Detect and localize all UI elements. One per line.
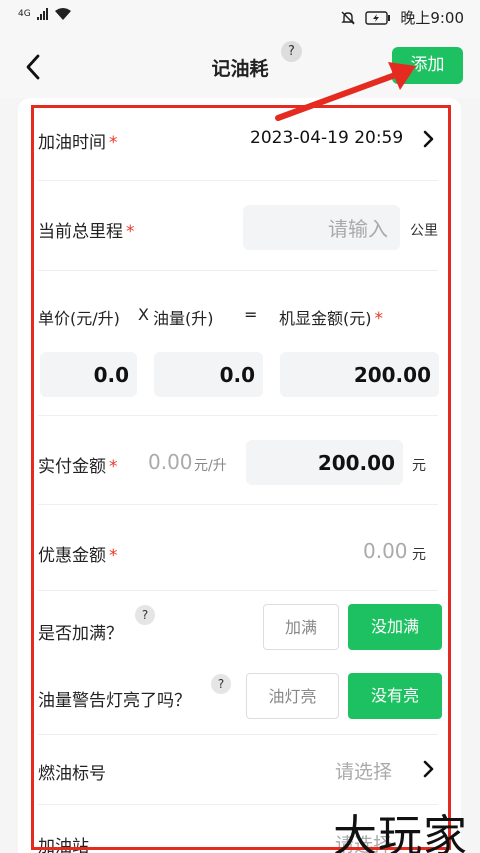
wifi-icon xyxy=(54,8,71,20)
signal-icon xyxy=(36,8,48,20)
status-time: 晚上9:00 xyxy=(400,9,464,27)
status-bar: 4G 晚上9:00 xyxy=(0,0,480,34)
annotation-arrow-icon xyxy=(275,62,416,121)
highlight-frame xyxy=(31,105,451,850)
watermark: 大玩家 xyxy=(333,811,468,853)
network-type: 4G xyxy=(18,8,31,19)
mute-bell-icon xyxy=(341,11,356,24)
page: 4G 晚上9:00 记油耗 ? 添加 加油时间 * 2023-04-19 20:5… xyxy=(0,0,480,853)
battery-charging-icon xyxy=(365,10,391,25)
